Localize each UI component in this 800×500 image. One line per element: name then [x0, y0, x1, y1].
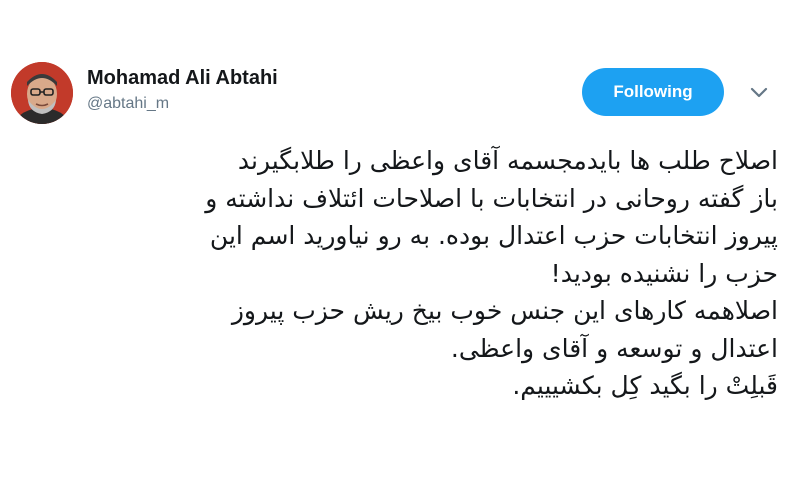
tweet-text-line: اعتدال و توسعه و آقای واعظی.: [450, 333, 778, 363]
tweet-text: اصلاح طلب ها بایدمجسمه آقای واعظی را طلا…: [18, 142, 778, 405]
tweet-text-line: قَبلِتْ را بگید کِل بکشیییم.: [512, 371, 778, 400]
author-block: Mohamad Ali Abtahi @abtahi_m: [87, 66, 278, 115]
tweet-card: Mohamad Ali Abtahi @abtahi_m Following ا…: [0, 0, 800, 500]
following-button[interactable]: Following: [582, 68, 724, 116]
tweet-text-line: حزب را نشنیده بودید!: [550, 258, 778, 288]
tweet-text-line: اصلاح طلب ها بایدمجسمه آقای واعظی را طلا…: [237, 146, 778, 175]
tweet-text-line: پیروز انتخابات حزب اعتدال بوده. به رو نی…: [209, 221, 778, 250]
chevron-down-icon: [750, 87, 768, 98]
author-display-name[interactable]: Mohamad Ali Abtahi: [87, 66, 278, 90]
tweet-text-line: باز گفته روحانی در انتخابات با اصلاحات ا…: [205, 183, 778, 213]
avatar-portrait: [11, 62, 73, 124]
avatar[interactable]: [11, 62, 73, 124]
author-handle[interactable]: @abtahi_m: [87, 93, 278, 115]
tweet-text-line: اصلاهمه کارهای این جنس خوب بیخ ریش حزب پ…: [231, 296, 778, 325]
tweet-menu-button[interactable]: [748, 82, 770, 104]
